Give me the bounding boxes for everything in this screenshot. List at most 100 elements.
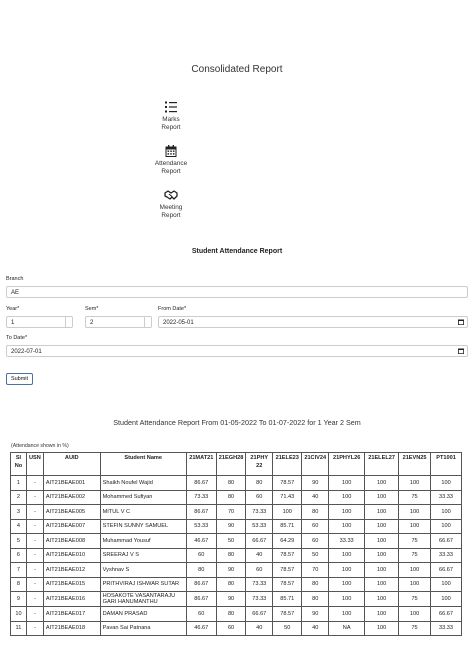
table-cell: 73.33 — [245, 591, 274, 607]
table-cell: 100 — [364, 562, 400, 578]
table-cell: 80 — [215, 475, 247, 491]
table-cell: 86.67 — [185, 576, 217, 592]
table-cell: - — [25, 620, 44, 636]
table-cell: 71.43 — [272, 489, 303, 505]
table-cell: 60 — [301, 533, 330, 549]
table-cell: AIT21BEAE010 — [42, 547, 101, 563]
table-cell: 6 — [10, 547, 27, 563]
table-cell: AIT21BEAE017 — [42, 606, 101, 622]
table-cell: AIT21BEAE018 — [42, 620, 101, 636]
table-cell: 60 — [301, 518, 330, 534]
table-cell: 75 — [398, 489, 432, 505]
col-header: Student Name — [99, 452, 187, 476]
year-stepper[interactable] — [65, 317, 72, 327]
to-date-label: To Date* — [6, 335, 28, 341]
table-cell: 80 — [215, 576, 247, 592]
table-cell: 100 — [328, 489, 366, 505]
from-date-input[interactable]: 2022-05-01 — [158, 316, 468, 328]
table-cell: 70 — [301, 562, 330, 578]
col-header: Sl No — [10, 452, 27, 476]
calendar-icon[interactable] — [458, 319, 464, 325]
submit-button[interactable]: Submit — [6, 373, 33, 385]
table-cell: 70 — [215, 504, 247, 520]
table-cell: 100 — [328, 504, 366, 520]
table-cell: 33.33 — [328, 533, 366, 549]
nav-meeting-report[interactable]: Meeting Report — [150, 188, 192, 219]
table-cell: 80 — [215, 489, 247, 505]
table-cell: 75 — [398, 533, 432, 549]
table-cell: 60 — [185, 606, 217, 622]
table-cell: 100 — [364, 606, 400, 622]
table-cell: 100 — [398, 576, 432, 592]
table-cell: 100 — [430, 591, 462, 607]
to-date-value: 2022-07-01 — [11, 349, 42, 355]
table-cell: 66.67 — [430, 562, 462, 578]
table-cell: 40 — [301, 620, 330, 636]
report-note: (Attendance shown in %) — [11, 443, 69, 449]
table-cell: - — [25, 562, 44, 578]
table-cell: 86.67 — [185, 591, 217, 607]
year-value: 1 — [11, 320, 15, 326]
year-input[interactable]: 1 — [6, 316, 73, 328]
nav-label-line1: Marks — [162, 116, 180, 123]
table-cell: 80 — [301, 576, 330, 592]
sem-input[interactable]: 2 — [85, 316, 152, 328]
table-cell: 1 — [10, 475, 27, 491]
table-cell: 73.33 — [245, 576, 274, 592]
table-cell: 85.71 — [272, 591, 303, 607]
table-cell: 100 — [398, 504, 432, 520]
table-cell: 50 — [301, 547, 330, 563]
table-row: 11- AIT21BEAE018 Pavan Sai Patnana 46.67 60 4… — [10, 620, 462, 636]
table-cell: PRITHVIRAJ ISHWAR SUTAR — [99, 576, 187, 592]
table-cell: 78.57 — [272, 606, 303, 622]
table-cell: 80 — [215, 547, 247, 563]
table-cell: 90 — [215, 562, 247, 578]
col-header: 21ELEL27 — [364, 452, 400, 476]
table-cell: AIT21BEAE002 — [42, 489, 101, 505]
table-cell: - — [25, 591, 44, 607]
col-header: USN — [25, 452, 44, 476]
table-cell: Pavan Sai Patnana — [99, 620, 187, 636]
table-cell: 100 — [364, 489, 400, 505]
table-cell: 100 — [430, 576, 462, 592]
col-header: 21MAT21 — [185, 452, 217, 476]
table-cell: 75 — [398, 620, 432, 636]
calendar-icon[interactable] — [458, 348, 464, 354]
col-header: AUID — [42, 452, 101, 476]
table-row: 9- AIT21BEAE016 HOSAKOTE VASANTARAJU GARI … — [10, 591, 462, 607]
nav-marks-report[interactable]: Marks Report — [150, 100, 192, 131]
table-cell: 60 — [215, 620, 247, 636]
table-row: 4- AIT21BEAE007 STEFIN SUNNY SAMUEL 53.33 90… — [10, 518, 462, 534]
table-cell: 33.33 — [430, 547, 462, 563]
table-cell: 78.57 — [272, 562, 303, 578]
table-cell: 66.67 — [430, 606, 462, 622]
col-header: 21EGH28 — [215, 452, 247, 476]
nav-label-line2: Report — [161, 167, 181, 175]
table-cell: 3 — [10, 504, 27, 520]
table-cell: 100 — [328, 606, 366, 622]
year-label: Year* — [6, 306, 20, 312]
table-cell: 10 — [10, 606, 27, 622]
table-cell: DAMAN PRASAD — [99, 606, 187, 622]
nav-attendance-report[interactable]: Attendance Report — [150, 144, 192, 175]
sem-stepper[interactable] — [144, 317, 151, 327]
branch-select[interactable]: AE — [6, 286, 468, 298]
to-date-input[interactable]: 2022-07-01 — [6, 345, 468, 357]
table-cell: 33.33 — [430, 620, 462, 636]
table-cell: 60 — [185, 547, 217, 563]
table-cell: AIT21BEAE007 — [42, 518, 101, 534]
table-cell: 100 — [430, 504, 462, 520]
sem-value: 2 — [90, 320, 94, 326]
table-header-row: Sl No USN AUID Student Name 21MAT21 21EG… — [10, 452, 462, 476]
attendance-table: Sl No USN AUID Student Name 21MAT21 21EG… — [10, 452, 462, 636]
table-cell: 2 — [10, 489, 27, 505]
table-cell: 5 — [10, 533, 27, 549]
table-cell: 100 — [364, 620, 400, 636]
table-cell: 90 — [215, 591, 247, 607]
table-cell: 78.57 — [272, 547, 303, 563]
calendar-icon — [165, 145, 177, 157]
col-header: 21ELE23 — [272, 452, 303, 476]
col-header: 21CIV24 — [301, 452, 330, 476]
table-cell: Mohammed Sufiyan — [99, 489, 187, 505]
table-cell: - — [25, 606, 44, 622]
